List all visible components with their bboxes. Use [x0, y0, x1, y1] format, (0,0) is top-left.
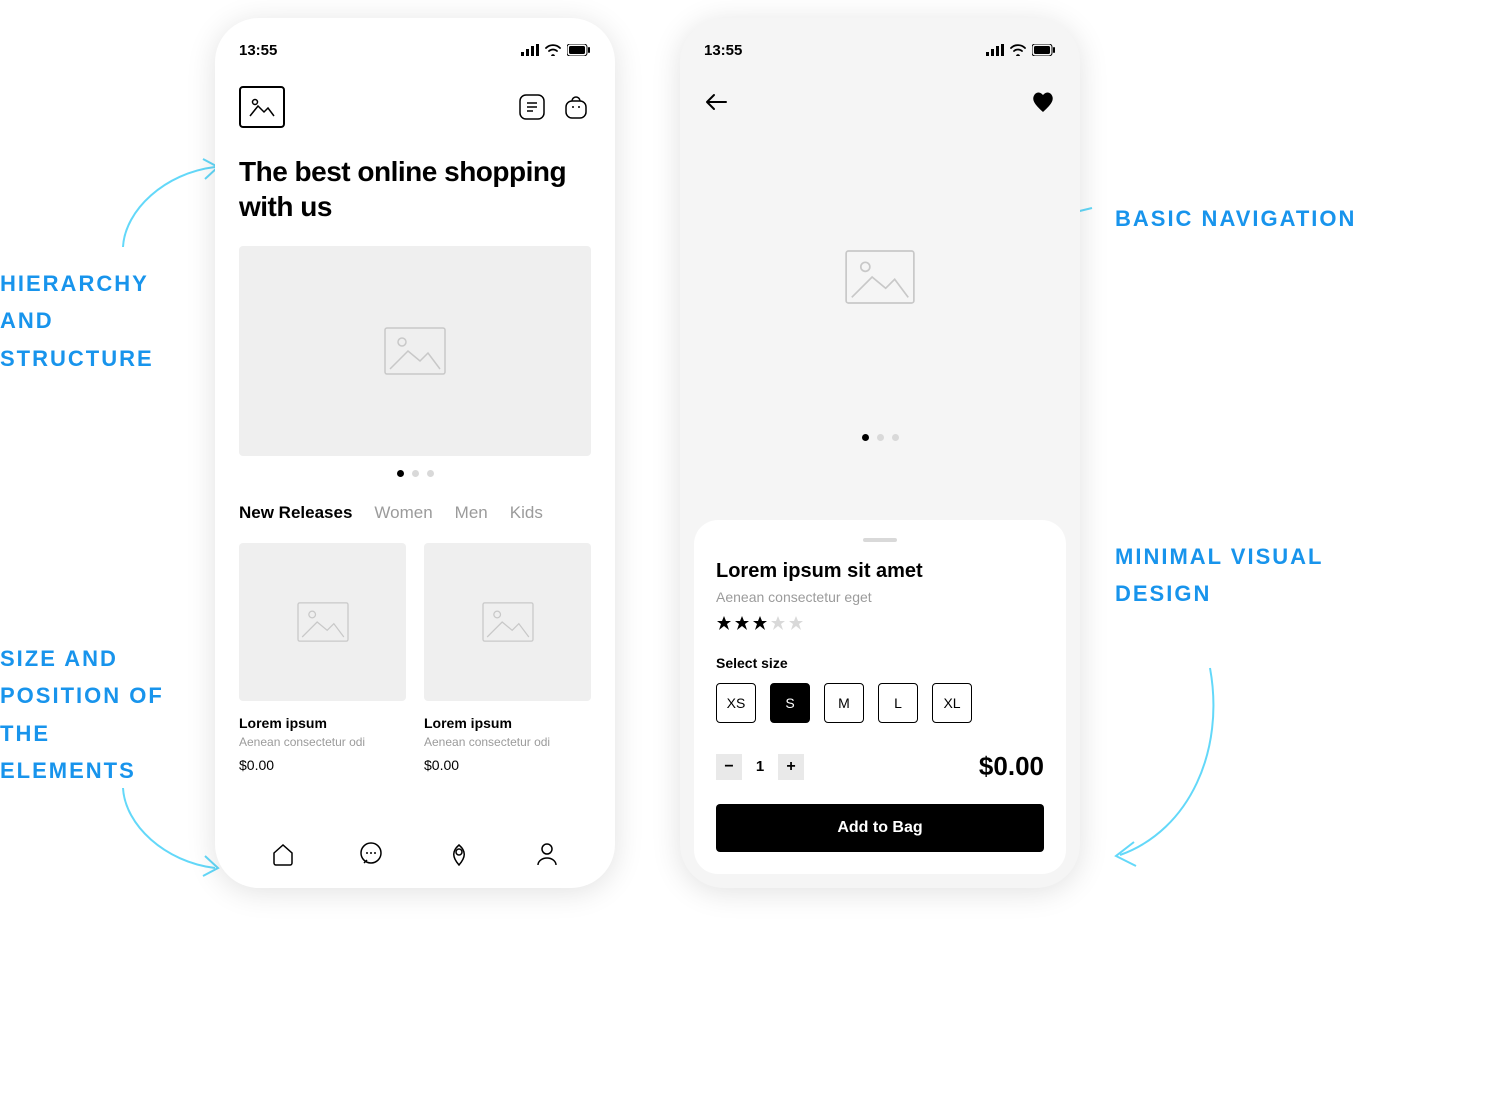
brand-logo[interactable] [239, 86, 285, 128]
size-chip-m[interactable]: M [824, 683, 864, 723]
home-header [239, 86, 591, 128]
favorite-button[interactable] [1030, 90, 1056, 114]
tab-new-releases[interactable]: New Releases [239, 503, 352, 523]
star-icon [752, 615, 768, 631]
carousel-dots [239, 470, 591, 477]
annotation-hierarchy: HIERARCHY AND STRUCTURE [0, 265, 190, 377]
qty-increment[interactable]: + [778, 754, 804, 780]
qty-value: 1 [752, 758, 768, 775]
product-price: $0.00 [979, 751, 1044, 782]
wifi-icon [545, 44, 561, 56]
image-placeholder-icon [297, 602, 349, 642]
size-chip-l[interactable]: L [878, 683, 918, 723]
star-icon [734, 615, 750, 631]
status-bar: 13:55 [704, 40, 1056, 60]
product-subtitle: Aenean consectetur eget [716, 589, 1044, 605]
carousel-dot[interactable] [427, 470, 434, 477]
size-chip-xl[interactable]: XL [932, 683, 972, 723]
product-title: Lorem ipsum [424, 715, 591, 731]
tab-men[interactable]: Men [455, 503, 488, 523]
back-button[interactable] [704, 92, 728, 112]
status-bar: 13:55 [239, 40, 591, 60]
annotation-basic-nav: BASIC NAVIGATION [1115, 200, 1395, 237]
product-subtitle: Aenean consectetur odi [239, 735, 406, 749]
tab-women[interactable]: Women [374, 503, 432, 523]
home-icon [270, 841, 296, 867]
carousel-dot[interactable] [877, 434, 884, 441]
product-image [424, 543, 591, 701]
product-title: Lorem ipsum [239, 715, 406, 731]
list-icon [519, 94, 545, 120]
annotation-minimal-visual: MINIMAL VISUAL DESIGN [1115, 538, 1375, 613]
bottom-navbar [239, 841, 591, 872]
battery-icon [567, 44, 591, 56]
arrow-minimal-visual [1100, 660, 1230, 870]
pin-icon [446, 841, 472, 867]
arrow-left-icon [704, 92, 728, 112]
sheet-grabber[interactable] [863, 538, 897, 542]
category-tabs: New Releases Women Men Kids [239, 503, 591, 523]
product-card[interactable]: Lorem ipsum Aenean consectetur odi $0.00 [424, 543, 591, 773]
bag-icon [563, 94, 589, 120]
nav-chat[interactable] [358, 841, 384, 872]
status-time: 13:55 [704, 42, 742, 59]
nav-profile[interactable] [534, 841, 560, 872]
arrow-size-position [115, 780, 225, 880]
size-row: XS S M L XL [716, 683, 1044, 723]
phone-home: 13:55 The best online shopping with [215, 18, 615, 888]
add-to-bag-button[interactable]: Add to Bag [716, 804, 1044, 852]
product-hero[interactable] [704, 124, 1056, 430]
carousel-dot[interactable] [397, 470, 404, 477]
star-icon [788, 615, 804, 631]
qty-price-row: − 1 + $0.00 [716, 751, 1044, 782]
chat-icon [358, 841, 384, 867]
carousel-dot[interactable] [412, 470, 419, 477]
product-price: $0.00 [239, 757, 406, 773]
size-chip-xs[interactable]: XS [716, 683, 756, 723]
cellular-icon [986, 44, 1004, 56]
carousel-dots [704, 434, 1056, 441]
star-icon [770, 615, 786, 631]
size-label: Select size [716, 655, 1044, 671]
wifi-icon [1010, 44, 1026, 56]
heart-icon [1030, 90, 1056, 114]
menu-button[interactable] [517, 92, 547, 122]
product-card[interactable]: Lorem ipsum Aenean consectetur odi $0.00 [239, 543, 406, 773]
hero-banner[interactable] [239, 246, 591, 456]
quantity-stepper: − 1 + [716, 754, 804, 780]
size-chip-s[interactable]: S [770, 683, 810, 723]
rating-stars [716, 615, 1044, 631]
image-placeholder-icon [384, 327, 446, 375]
image-icon [248, 96, 276, 118]
image-placeholder-icon [482, 602, 534, 642]
cellular-icon [521, 44, 539, 56]
product-row: Lorem ipsum Aenean consectetur odi $0.00… [239, 543, 591, 773]
annotation-size-position: SIZE AND POSITION OF THE ELEMENTS [0, 640, 190, 790]
product-image [239, 543, 406, 701]
carousel-dot[interactable] [862, 434, 869, 441]
product-header [704, 90, 1056, 114]
nav-home[interactable] [270, 841, 296, 872]
product-price: $0.00 [424, 757, 591, 773]
product-title: Lorem ipsum sit amet [716, 560, 1044, 583]
status-time: 13:55 [239, 42, 277, 59]
qty-decrement[interactable]: − [716, 754, 742, 780]
bag-button[interactable] [561, 92, 591, 122]
page-headline: The best online shopping with us [239, 154, 591, 224]
battery-icon [1032, 44, 1056, 56]
nav-location[interactable] [446, 841, 472, 872]
phone-product: 13:55 Lorem ipsum sit amet [680, 18, 1080, 888]
product-sheet: Lorem ipsum sit amet Aenean consectetur … [694, 520, 1066, 874]
user-icon [534, 841, 560, 867]
image-placeholder-icon [845, 247, 915, 307]
carousel-dot[interactable] [892, 434, 899, 441]
product-subtitle: Aenean consectetur odi [424, 735, 591, 749]
arrow-hierarchy [115, 155, 225, 255]
tab-kids[interactable]: Kids [510, 503, 543, 523]
star-icon [716, 615, 732, 631]
